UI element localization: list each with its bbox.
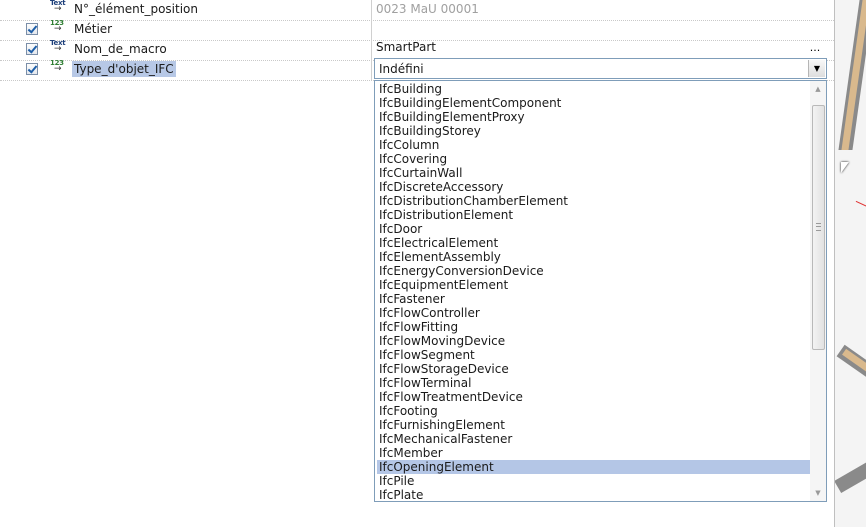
dropdown-option[interactable]: IfcBuildingElementProxy [377, 110, 811, 124]
dropdown-option[interactable]: IfcFlowMovingDevice [377, 334, 811, 348]
ifc-type-dropdown-list[interactable]: IfcBuilding IfcBuildingElementComponent If… [374, 80, 827, 502]
number-attribute-icon: 123 → [50, 59, 64, 74]
beam-shape [835, 460, 866, 494]
dropdown-option[interactable]: IfcCovering [377, 152, 811, 166]
dropdown-option[interactable]: IfcMember [377, 446, 811, 460]
ellipsis-button[interactable]: ... [806, 41, 824, 57]
property-name: Métier [74, 22, 113, 36]
dropdown-arrow-button[interactable]: ▼ [808, 60, 825, 77]
property-checkbox[interactable] [26, 23, 38, 35]
text-attribute-icon: Text → [50, 0, 66, 14]
grip-icon [816, 223, 821, 231]
dropdown-option[interactable]: IfcFastener [377, 292, 811, 306]
dropdown-option[interactable]: IfcFlowStorageDevice [377, 362, 811, 376]
dropdown-option[interactable]: IfcDistributionElement [377, 208, 811, 222]
property-name: Nom_de_macro [74, 42, 167, 56]
dropdown-option[interactable]: IfcElectricalElement [377, 236, 811, 250]
property-value: 0023 MaU 00001 [376, 2, 479, 16]
property-name-selected: Type_d'objet_IFC [72, 61, 176, 77]
dropdown-option[interactable]: IfcBuildingStorey [377, 124, 811, 138]
dropdown-option[interactable]: IfcCurtainWall [377, 166, 811, 180]
property-name: N°_élément_position [74, 2, 198, 16]
chevron-down-icon: ▼ [813, 64, 821, 73]
dropdown-option[interactable]: IfcDistributionChamberElement [377, 194, 811, 208]
dropdown-option[interactable]: IfcBuilding [377, 82, 811, 96]
dropdown-option[interactable]: IfcFlowFitting [377, 320, 811, 334]
dropdown-option[interactable]: IfcDiscreteAccessory [377, 180, 811, 194]
property-row[interactable]: 123 → Métier [0, 20, 834, 41]
scroll-down-icon[interactable]: ▼ [810, 485, 826, 501]
dropdown-option[interactable]: IfcElementAssembly [377, 250, 811, 264]
ifc-type-combobox[interactable]: Indéfini ▼ [374, 58, 827, 79]
dropdown-option[interactable]: IfcPlate [377, 488, 811, 501]
scroll-up-icon[interactable]: ▲ [810, 81, 826, 97]
number-attribute-icon: 123 → [50, 19, 64, 34]
text-attribute-icon: Text → [50, 39, 66, 54]
dropdown-option[interactable]: IfcColumn [377, 138, 811, 152]
dropdown-option[interactable]: IfcPile [377, 474, 811, 488]
dropdown-option[interactable]: IfcFooting [377, 404, 811, 418]
dropdown-option[interactable]: IfcFlowController [377, 306, 811, 320]
property-checkbox[interactable] [26, 63, 38, 75]
property-row[interactable]: Text → N°_élément_position 0023 MaU 00001 [0, 0, 834, 21]
dropdown-option[interactable]: IfcFlowTreatmentDevice [377, 390, 811, 404]
column-divider [371, 0, 372, 80]
dropdown-option[interactable]: IfcFurnishingElement [377, 418, 811, 432]
dropdown-option[interactable]: IfcBuildingElementComponent [377, 96, 811, 110]
dropdown-option-selected[interactable]: IfcOpeningElement [377, 460, 811, 474]
axis-line [855, 200, 866, 211]
dropdown-option[interactable]: IfcDoor [377, 222, 811, 236]
property-value[interactable]: SmartPart [376, 40, 436, 54]
property-checkbox[interactable] [26, 43, 38, 55]
vertical-scrollbar[interactable]: ▲ ▼ [810, 81, 826, 501]
combobox-value: Indéfini [379, 62, 424, 76]
dropdown-option[interactable]: IfcFlowTerminal [377, 376, 811, 390]
3d-viewport[interactable] [834, 0, 866, 527]
dropdown-option[interactable]: IfcEquipmentElement [377, 278, 811, 292]
dropdown-option[interactable]: IfcFlowSegment [377, 348, 811, 362]
mouse-cursor-icon [841, 162, 849, 173]
dropdown-option[interactable]: IfcEnergyConversionDevice [377, 264, 811, 278]
dropdown-option[interactable]: IfcMechanicalFastener [377, 432, 811, 446]
scrollbar-thumb[interactable] [812, 105, 825, 350]
